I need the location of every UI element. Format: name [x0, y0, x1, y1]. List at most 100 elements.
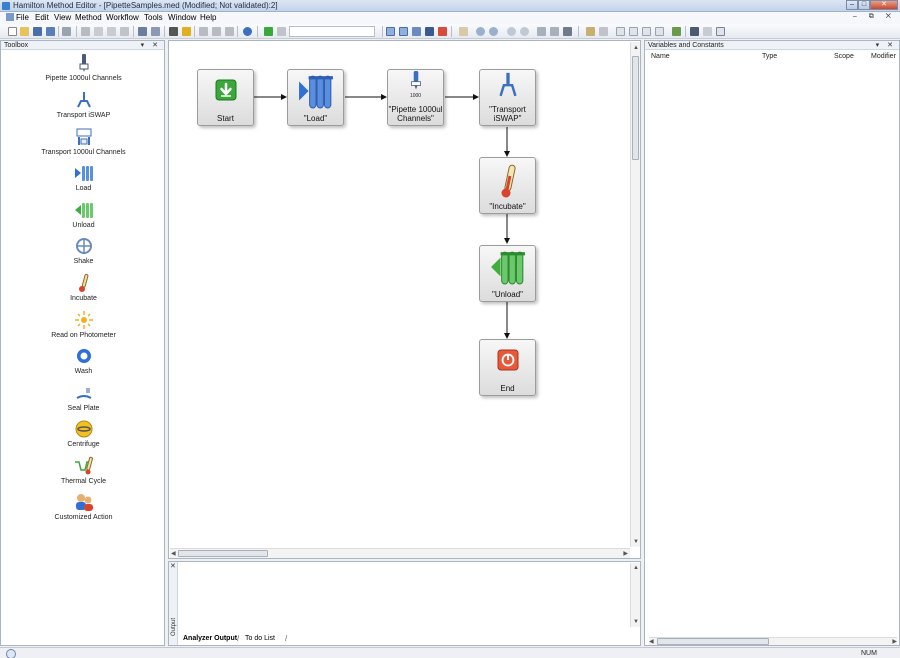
- window-1-icon[interactable]: [616, 27, 625, 36]
- node-unload[interactable]: "Unload": [479, 245, 536, 302]
- open-folder-icon[interactable]: [20, 27, 29, 36]
- node-pipette[interactable]: 1000 "Pipette 1000ul Channels": [387, 69, 444, 126]
- toolbox-controls[interactable]: ▾ ✕: [141, 41, 161, 50]
- validate-icon[interactable]: [438, 27, 447, 36]
- panel-toggle-icon[interactable]: [690, 27, 699, 36]
- tab-todo-list[interactable]: To do List: [241, 633, 279, 644]
- menu-bar: File Edit View Method Workflow Tools Win…: [0, 12, 900, 24]
- toolbar-combo[interactable]: [289, 26, 375, 37]
- column-name[interactable]: Name: [651, 52, 670, 61]
- panel-toggle-2-icon[interactable]: [703, 27, 712, 36]
- grid-icon[interactable]: [425, 27, 434, 36]
- tool-photometer[interactable]: Read on Photometer: [1, 310, 166, 340]
- app-icon: [2, 2, 10, 10]
- tool-incubate[interactable]: Incubate: [1, 273, 166, 303]
- menu-tools[interactable]: Tools: [144, 13, 163, 23]
- find-icon[interactable]: [138, 27, 147, 36]
- column-scope[interactable]: Scope: [834, 52, 854, 61]
- zoom-reset-icon[interactable]: [520, 27, 529, 36]
- column-type[interactable]: Type: [762, 52, 777, 61]
- node-load[interactable]: "Load": [287, 69, 344, 126]
- step-into-icon[interactable]: [212, 27, 221, 36]
- output-close-icon[interactable]: ✕: [170, 563, 176, 570]
- output-vertical-scrollbar[interactable]: ▲ ▼: [630, 563, 640, 627]
- photometer-icon: [74, 311, 93, 329]
- export-icon[interactable]: [537, 27, 546, 36]
- zoom-in-icon[interactable]: [476, 27, 485, 36]
- window-4-icon[interactable]: [655, 27, 664, 36]
- menu-help[interactable]: Help: [200, 13, 216, 23]
- layout-icon[interactable]: [412, 27, 421, 36]
- cut-icon[interactable]: [81, 27, 90, 36]
- stop-icon[interactable]: [277, 27, 286, 36]
- tool-thermal-cycle[interactable]: Thermal Cycle: [1, 456, 166, 486]
- tool-seal-plate[interactable]: Seal Plate: [1, 383, 166, 413]
- toolbox-header: Toolbox ▾ ✕: [1, 41, 164, 50]
- view-mode-icon[interactable]: [386, 27, 395, 36]
- check-icon[interactable]: [672, 27, 681, 36]
- tool-shake[interactable]: Shake: [1, 236, 166, 266]
- menu-view[interactable]: View: [54, 13, 71, 23]
- close-button[interactable]: ✕: [870, 0, 898, 10]
- tool-customized-action[interactable]: Customized Action: [1, 492, 166, 522]
- menu-method[interactable]: Method: [75, 13, 102, 23]
- canvas-vertical-scrollbar[interactable]: ▲ ▼: [630, 42, 640, 547]
- node-incubate[interactable]: "Incubate": [479, 157, 536, 214]
- variables-horizontal-scrollbar[interactable]: ◀ ▶: [649, 637, 897, 645]
- list-icon[interactable]: [599, 27, 608, 36]
- view-mode-2-icon[interactable]: [399, 27, 408, 36]
- column-modifier[interactable]: Modifier: [871, 52, 896, 61]
- canvas-vertical-thumb[interactable]: [632, 56, 639, 160]
- canvas-horizontal-thumb[interactable]: [178, 550, 268, 557]
- status-bar: NUM: [0, 647, 900, 658]
- help-icon[interactable]: [243, 27, 252, 36]
- tool-unload[interactable]: Unload: [1, 200, 166, 230]
- variables-horizontal-thumb[interactable]: [657, 638, 769, 645]
- run-icon[interactable]: [264, 27, 273, 36]
- deck-icon[interactable]: [169, 27, 178, 36]
- menu-edit[interactable]: Edit: [35, 13, 49, 23]
- properties-icon[interactable]: [586, 27, 595, 36]
- canvas-horizontal-scrollbar[interactable]: ◀ ▶: [170, 548, 630, 558]
- zoom-out-icon[interactable]: [489, 27, 498, 36]
- warning-icon[interactable]: [182, 27, 191, 36]
- copy-icon[interactable]: [94, 27, 103, 36]
- delete-icon[interactable]: [120, 27, 129, 36]
- print-icon[interactable]: [62, 27, 71, 36]
- node-transport[interactable]: "Transport iSWAP": [479, 69, 536, 126]
- mdi-window-controls[interactable]: – ⧉ ✕: [853, 13, 896, 21]
- node-unload-label: "Unload": [491, 290, 524, 299]
- hand-tool-icon[interactable]: [459, 27, 468, 36]
- tool-transport-channels[interactable]: Transport 1000ul Channels: [1, 127, 166, 157]
- shake-icon: [75, 238, 92, 254]
- tab-analyzer-output[interactable]: Analyzer Output: [179, 633, 241, 644]
- tool-wash[interactable]: Wash: [1, 346, 166, 376]
- step-icon[interactable]: [199, 27, 208, 36]
- paste-icon[interactable]: [107, 27, 116, 36]
- centrifuge-icon: [75, 420, 92, 438]
- step-out-icon[interactable]: [225, 27, 234, 36]
- node-start[interactable]: Start: [197, 69, 254, 126]
- menu-window[interactable]: Window: [168, 13, 196, 23]
- tool-transport-iswap[interactable]: Transport iSWAP: [1, 90, 166, 120]
- maximize-button[interactable]: □: [858, 0, 870, 10]
- variables-controls[interactable]: ▾ ✕: [876, 41, 896, 50]
- node-end[interactable]: End: [479, 339, 536, 396]
- menu-workflow[interactable]: Workflow: [106, 13, 139, 23]
- import-icon[interactable]: [550, 27, 559, 36]
- replace-icon[interactable]: [151, 27, 160, 36]
- node-load-label: "Load": [303, 114, 328, 123]
- tool-centrifuge[interactable]: Centrifuge: [1, 419, 166, 449]
- window-2-icon[interactable]: [629, 27, 638, 36]
- window-3-icon[interactable]: [642, 27, 651, 36]
- minimize-button[interactable]: –: [846, 0, 858, 10]
- zoom-fit-icon[interactable]: [507, 27, 516, 36]
- menu-file[interactable]: File: [6, 13, 34, 23]
- image-icon[interactable]: [563, 27, 572, 36]
- save-all-icon[interactable]: [46, 27, 55, 36]
- panel-toggle-3-icon[interactable]: [716, 27, 725, 36]
- tool-load[interactable]: Load: [1, 163, 166, 193]
- tool-pipette[interactable]: Pipette 1000ul Channels: [1, 53, 166, 83]
- save-icon[interactable]: [33, 27, 42, 36]
- new-file-icon[interactable]: [8, 27, 17, 36]
